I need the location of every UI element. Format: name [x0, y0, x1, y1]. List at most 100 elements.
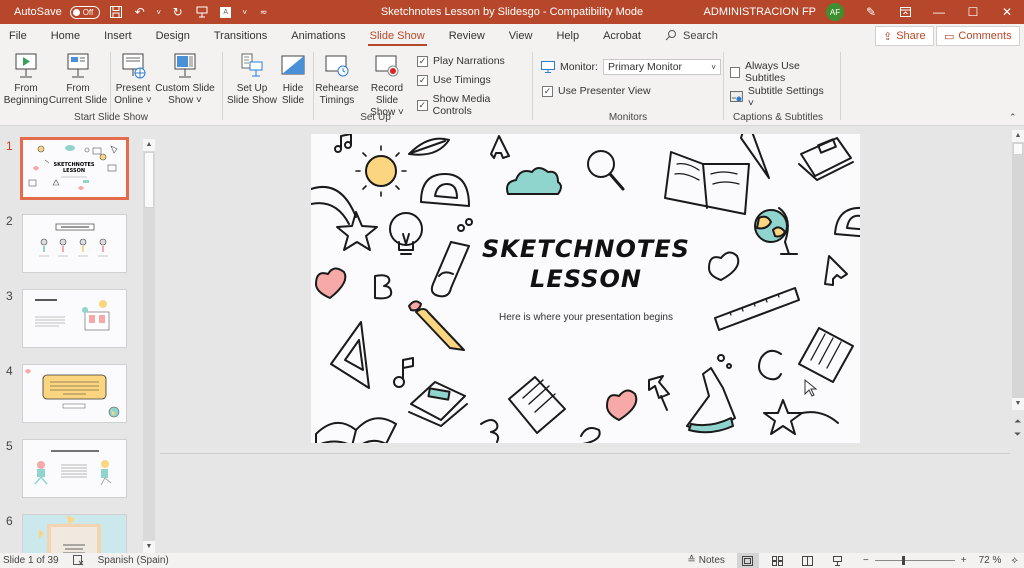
slide-canvas[interactable]: SKETCHNOTES LESSON Here is where your pr…	[311, 134, 860, 443]
minimize-button[interactable]: —	[922, 0, 956, 24]
thumbnail-item[interactable]: 4	[0, 364, 140, 426]
comments-button[interactable]: ▭ Comments	[936, 26, 1020, 46]
start-from-beginning-icon[interactable]	[194, 4, 210, 20]
notes-button[interactable]: ≙ Notes	[687, 555, 725, 566]
record-slide-show-button[interactable]: Record Slide Show ˅	[359, 52, 415, 119]
thumbnail-item[interactable]: 3	[0, 289, 140, 351]
custom-slide-show-button[interactable]: Custom Slide Show ˅	[154, 52, 216, 107]
thumbnail-item[interactable]: 5	[0, 439, 140, 501]
slide-thumbnail-3[interactable]	[22, 289, 127, 348]
search-icon	[665, 29, 677, 44]
monitor-select[interactable]: Primary Monitor ˅	[602, 59, 721, 75]
redo-icon[interactable]: ↻	[170, 4, 186, 20]
always-use-subtitles-checkbox[interactable]: Always Use Subtitles	[730, 60, 832, 84]
from-beginning-button[interactable]: From Beginning	[3, 52, 49, 107]
editor-scrollbar[interactable]: ▲ ▼	[1012, 130, 1024, 410]
checkbox-checked-icon[interactable]: ✓	[542, 85, 553, 97]
undo-dropdown-icon[interactable]: ˅	[156, 4, 162, 20]
zoom-level[interactable]: 72 %	[979, 555, 1002, 566]
undo-icon[interactable]: ↶	[132, 4, 148, 20]
group-label: Start Slide Show	[74, 112, 148, 123]
slide-thumbnail-pane: 1 SKETCHNOTES LESSON 2 3 4 5 6 ▲ ▼	[0, 126, 156, 553]
slide-thumbnail-1[interactable]: SKETCHNOTES LESSON	[20, 137, 129, 200]
use-timings-checkbox[interactable]: ✓ Use Timings	[417, 74, 491, 86]
hide-slide-icon	[281, 55, 305, 75]
ribbon-display-options-icon[interactable]	[888, 0, 922, 24]
scroll-down-button[interactable]: ▼	[1012, 398, 1024, 410]
fit-slide-icon[interactable]: ⟡	[1011, 555, 1018, 566]
slide-thumbnail-2[interactable]	[22, 214, 127, 273]
close-button[interactable]: ✕	[990, 0, 1024, 24]
separator	[840, 52, 841, 120]
checkbox-unchecked-icon[interactable]	[730, 66, 740, 78]
tab-review[interactable]: Review	[437, 24, 497, 48]
pen-icon[interactable]: ✎	[854, 0, 888, 24]
tab-design[interactable]: Design	[144, 24, 202, 48]
user-name[interactable]: ADMINISTRACION FP	[704, 6, 816, 18]
checkbox-checked-icon[interactable]: ✓	[417, 55, 428, 67]
previous-slide-icon[interactable]: ⏶	[1014, 416, 1021, 427]
rehearse-timings-button[interactable]: Rehearse Timings	[315, 52, 359, 107]
scroll-thumb[interactable]	[1013, 143, 1023, 155]
zoom-in-button[interactable]: +	[961, 555, 967, 566]
zoom-slider[interactable]	[874, 556, 955, 565]
group-label: Monitors	[608, 112, 648, 123]
scroll-up-button[interactable]: ▲	[1012, 130, 1024, 142]
collapse-ribbon-icon[interactable]: ⌃	[1009, 112, 1017, 123]
tab-help[interactable]: Help	[544, 24, 591, 48]
thumbnail-item[interactable]: 2	[0, 214, 140, 276]
slide-show-view-button[interactable]	[827, 553, 849, 568]
font-color-dropdown-icon[interactable]: ˅	[242, 4, 248, 20]
scroll-thumb[interactable]	[144, 152, 154, 208]
play-narrations-checkbox[interactable]: ✓ Play Narrations	[417, 55, 505, 67]
search-box[interactable]: Search	[665, 29, 718, 44]
slide-editor: SKETCHNOTES LESSON Here is where your pr…	[160, 126, 1024, 453]
scroll-up-button[interactable]: ▲	[143, 139, 155, 151]
reading-view-button[interactable]	[797, 553, 819, 568]
zoom-slider-knob[interactable]	[901, 556, 905, 565]
present-online-button[interactable]: Present Online ˅	[113, 52, 153, 107]
slide-thumbnail-4[interactable]	[22, 364, 127, 423]
slide-subtitle[interactable]: Here is where your presentation begins	[461, 312, 711, 323]
normal-view-icon	[742, 555, 754, 566]
maximize-button[interactable]: ☐	[956, 0, 990, 24]
tab-animations[interactable]: Animations	[279, 24, 357, 48]
search-placeholder: Search	[682, 30, 718, 42]
tab-transitions[interactable]: Transitions	[202, 24, 279, 48]
normal-view-button[interactable]	[736, 553, 759, 568]
checkbox-checked-icon[interactable]: ✓	[417, 74, 428, 86]
slide-show-view-icon	[833, 555, 843, 566]
notes-pane[interactable]	[160, 453, 1010, 553]
slide-sorter-button[interactable]	[767, 553, 789, 568]
font-color-icon[interactable]: A	[218, 4, 234, 20]
save-icon[interactable]	[108, 4, 124, 20]
thumbnail-item[interactable]: 1 SKETCHNOTES LESSON	[0, 137, 140, 201]
next-slide-icon[interactable]: ⏷	[1014, 429, 1021, 440]
tab-slide-show[interactable]: Slide Show	[358, 24, 437, 48]
use-presenter-view-checkbox[interactable]: ✓ Use Presenter View	[542, 85, 651, 97]
share-button[interactable]: ⇪ Share	[875, 26, 934, 46]
avatar[interactable]: AF	[826, 3, 844, 21]
slide-title[interactable]: SKETCHNOTES LESSON	[461, 234, 711, 294]
tab-home[interactable]: Home	[39, 24, 92, 48]
zoom-out-button[interactable]: −	[863, 555, 869, 566]
tab-insert[interactable]: Insert	[92, 24, 144, 48]
slide-thumbnail-5[interactable]	[22, 439, 127, 498]
accessibility-icon[interactable]	[72, 555, 84, 566]
subtitle-settings-button[interactable]: Subtitle Settings ˅	[730, 85, 832, 109]
tab-file[interactable]: File	[0, 24, 39, 48]
slide-thumbnail-6[interactable]	[22, 514, 127, 553]
language-indicator[interactable]: Spanish (Spain)	[98, 555, 169, 566]
tab-acrobat[interactable]: Acrobat	[591, 24, 653, 48]
from-current-slide-button[interactable]: From Current Slide	[48, 52, 108, 107]
scroll-down-button[interactable]: ▼	[143, 541, 155, 553]
thumbnail-scrollbar[interactable]: ▲ ▼	[143, 139, 155, 553]
checkbox-checked-icon[interactable]: ✓	[417, 99, 428, 111]
set-up-slide-show-button[interactable]: Set Up Slide Show	[226, 52, 278, 107]
thumbnail-item[interactable]: 6	[0, 514, 140, 553]
autosave-toggle[interactable]: Off	[69, 5, 100, 19]
tab-view[interactable]: View	[497, 24, 545, 48]
separator	[313, 52, 314, 120]
hide-slide-button[interactable]: Hide Slide	[278, 52, 308, 107]
customize-qat-icon[interactable]: ≂	[256, 4, 272, 20]
